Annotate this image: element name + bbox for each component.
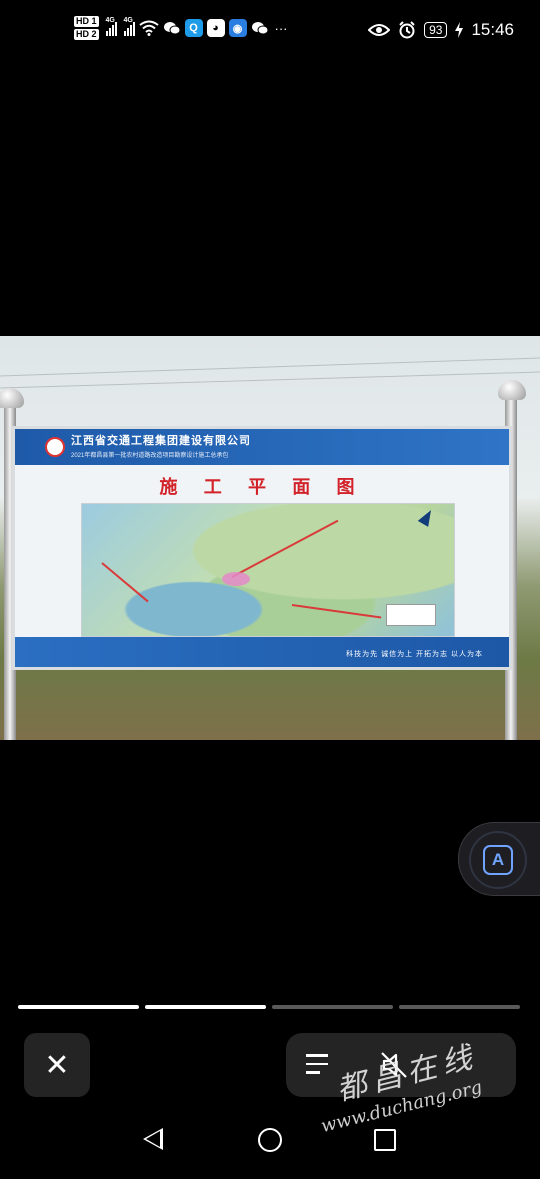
qq-icon: ◕ (206, 19, 225, 37)
battery-indicator: 93 (424, 22, 448, 38)
close-button[interactable]: ✕ (24, 1033, 90, 1097)
sign-company-name: 江西省交通工程集团建设有限公司 (71, 435, 251, 447)
alarm-icon (399, 21, 415, 39)
search-app-icon: Q (184, 19, 203, 37)
status-bar-right: 93 15:46 (368, 20, 514, 40)
text-recognition-icon-ring: A (469, 831, 527, 889)
construction-sign-board: 江西省交通工程集团建设有限公司 2021年都昌县第一批农村道路改造项目勘察设计施… (12, 426, 512, 670)
sign-slogan: 科技为先 诚信为上 开拓为志 以人为本 (346, 651, 483, 658)
network-type-1: 4G (105, 17, 115, 24)
sign-pole-cap-right (498, 380, 526, 400)
text-recognition-icon: A (483, 845, 513, 875)
signal-icon-sim2: 4G (123, 17, 135, 36)
hd-indicators: HD 1 HD 2 (74, 16, 99, 40)
sign-header: 江西省交通工程集团建设有限公司 2021年都昌县第一批农村道路改造项目勘察设计施… (15, 429, 509, 465)
status-time: 15:46 (471, 20, 514, 39)
media-progress-bar (18, 1005, 520, 1009)
recent-apps-icon[interactable] (374, 1129, 396, 1151)
charging-icon (455, 22, 464, 38)
eye-comfort-icon (368, 24, 391, 36)
sign-footer: 科技为先 诚信为上 开拓为志 以人为本 (15, 637, 509, 667)
more-notifications-icon: ··· (274, 20, 288, 36)
construction-map (81, 503, 455, 637)
status-bar: HD 1 HD 2 4G 4G Q ◕ ◉ ··· 93 15:46 (0, 0, 540, 66)
wechat-icon (163, 22, 181, 35)
status-bar-left: HD 1 HD 2 4G 4G Q ◕ ◉ ··· (74, 16, 288, 40)
company-logo (45, 437, 65, 457)
map-legend (386, 604, 436, 626)
progress-segment-4 (399, 1005, 520, 1009)
sign-project-name: 2021年都昌县第一批农村道路改造项目勘察设计施工总承包 (71, 453, 229, 459)
close-icon: ✕ (44, 1048, 70, 1082)
network-type-2: 4G (123, 17, 133, 24)
sign-title: 施 工 平 面 图 (159, 477, 365, 498)
hd-label-2: HD 2 (74, 29, 99, 40)
progress-segment-3 (272, 1005, 393, 1009)
system-navigation-bar (0, 1110, 540, 1170)
signal-icon-sim1: 4G (105, 17, 117, 36)
bulb-app-icon: ◉ (228, 19, 247, 37)
viewed-photo[interactable]: 江西省交通工程集团建设有限公司 2021年都昌县第一批农村道路改造项目勘察设计施… (0, 336, 540, 740)
hd-label-1: HD 1 (74, 16, 99, 27)
wechat-icon-2 (251, 22, 269, 35)
progress-segment-1 (18, 1005, 139, 1009)
home-icon[interactable] (258, 1128, 282, 1152)
text-recognition-button[interactable]: A (458, 822, 540, 896)
power-lines (0, 357, 540, 389)
project-area-marker (222, 572, 250, 586)
progress-segment-2 (145, 1005, 266, 1009)
back-icon[interactable] (143, 1128, 163, 1150)
wifi-icon (138, 20, 159, 36)
